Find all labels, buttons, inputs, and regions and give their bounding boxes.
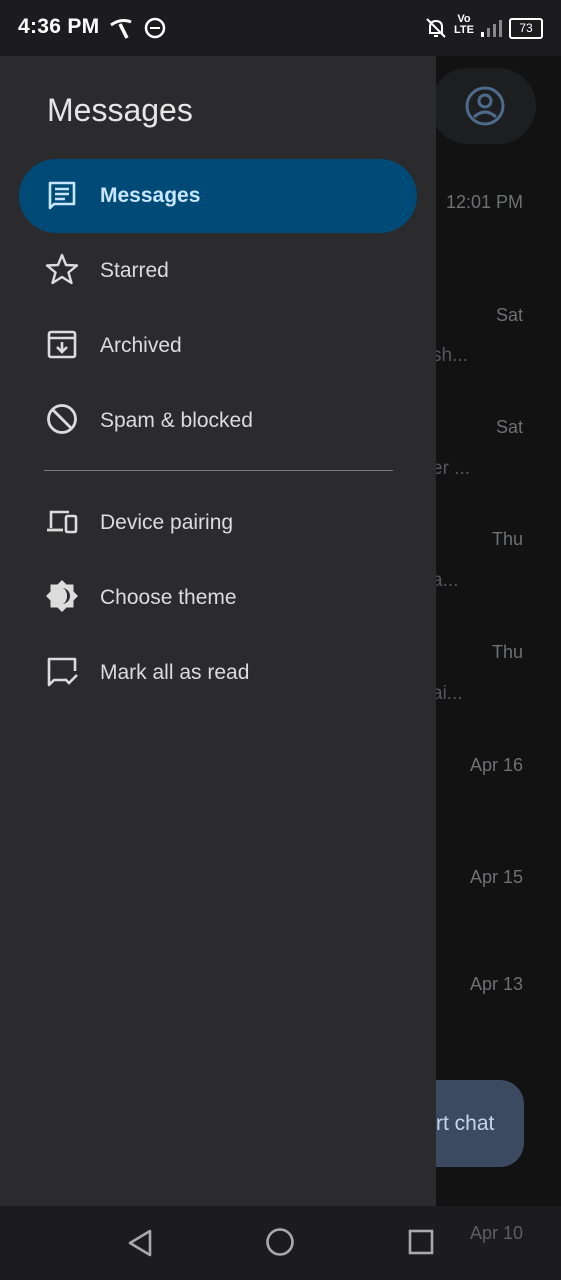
- home-icon[interactable]: [265, 1227, 295, 1257]
- conversation-snippet: er ...: [432, 458, 471, 479]
- block-icon: [47, 404, 77, 434]
- drawer-item-label: Archived: [100, 334, 182, 357]
- drawer-item-device-pairing[interactable]: Device pairing: [19, 486, 417, 560]
- recents-icon[interactable]: [407, 1228, 435, 1256]
- drawer-item-mark-all-read[interactable]: Mark all as read: [19, 636, 417, 710]
- conversation-date: Apr 16: [469, 755, 523, 775]
- drawer-item-label: Choose theme: [100, 586, 237, 609]
- volte-bottom-text: LTE: [454, 24, 474, 36]
- star-icon: [45, 253, 79, 285]
- drawer-item-starred[interactable]: Starred: [19, 234, 417, 308]
- account-button-background[interactable]: [430, 68, 536, 144]
- conversation-date: Apr 15: [469, 867, 523, 887]
- conversation-date: Apr 13: [469, 974, 523, 994]
- drawer-item-spam-blocked[interactable]: Spam & blocked: [19, 384, 417, 458]
- back-icon[interactable]: [126, 1228, 154, 1258]
- drawer-item-choose-theme[interactable]: Choose theme: [19, 561, 417, 635]
- conversation-date: Sat: [495, 305, 523, 325]
- navigation-drawer: Messages Messages Starred Archived Spam …: [0, 56, 436, 1206]
- drawer-item-label: Messages: [100, 184, 201, 207]
- messages-icon: [48, 181, 76, 210]
- battery-level: 73: [519, 21, 533, 35]
- mute-bell-icon: [426, 18, 446, 38]
- conversation-date: Sat: [495, 417, 523, 437]
- drawer-divider: [44, 470, 393, 471]
- conversation-snippet: sh...: [432, 345, 468, 366]
- signal-icon: [481, 20, 502, 37]
- conversation-date: Apr 10: [470, 1223, 524, 1243]
- system-navigation-bar: Apr 10: [0, 1206, 561, 1280]
- conversation-date: Thu: [491, 529, 523, 549]
- start-chat-label: rt chat: [436, 1112, 495, 1135]
- conversation-date: Thu: [491, 642, 523, 662]
- battery-icon: 73: [509, 18, 543, 39]
- devices-icon: [47, 510, 78, 534]
- conversation-snippet: ai...: [432, 683, 463, 704]
- conversation-date: 12:01 PM: [445, 192, 523, 212]
- carrier-icon: [110, 19, 132, 39]
- theme-icon: [46, 580, 78, 612]
- drawer-item-label: Mark all as read: [100, 661, 250, 684]
- account-icon[interactable]: [464, 85, 506, 127]
- volte-indicator: Vo LTE: [454, 14, 474, 36]
- drawer-item-label: Device pairing: [100, 511, 234, 534]
- drawer-item-label: Starred: [100, 259, 169, 282]
- drawer-item-label: Spam & blocked: [100, 409, 253, 432]
- status-bar: 4:36 PM Vo LTE 73: [0, 0, 561, 56]
- status-time: 4:36 PM: [18, 15, 100, 38]
- app-notification-icon: [144, 17, 166, 39]
- drawer-item-messages[interactable]: Messages: [19, 159, 417, 233]
- archive-icon: [47, 330, 77, 359]
- drawer-item-archived[interactable]: Archived: [19, 309, 417, 383]
- drawer-title: Messages: [47, 92, 193, 128]
- mark-read-icon: [47, 657, 78, 687]
